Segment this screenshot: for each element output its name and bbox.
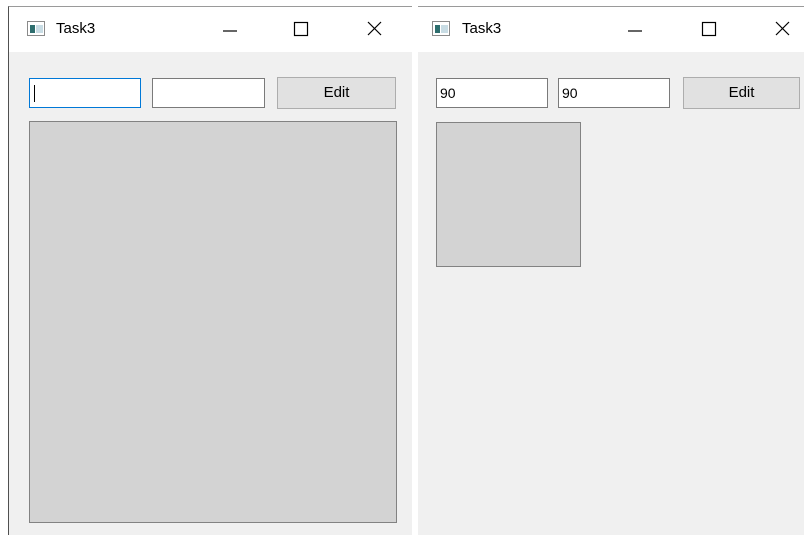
title-bar[interactable]: Task3: [418, 7, 804, 52]
minimize-button[interactable]: [620, 17, 650, 41]
edit-button[interactable]: Edit: [683, 77, 800, 109]
maximize-button[interactable]: [694, 17, 724, 41]
maximize-icon: [701, 21, 717, 37]
height-input[interactable]: 90: [558, 78, 670, 108]
text-caret: [34, 85, 35, 102]
close-button[interactable]: [360, 17, 390, 41]
close-icon: [367, 21, 382, 36]
window-title: Task3: [56, 20, 96, 37]
task3-window-right: Task3 90 90 Edit: [418, 6, 804, 535]
minimize-icon: [628, 30, 642, 32]
rectangle-shape: [29, 121, 397, 523]
app-window-icon: [27, 21, 45, 36]
edit-button[interactable]: Edit: [277, 77, 396, 109]
rectangle-shape: [436, 122, 581, 267]
minimize-icon: [223, 30, 237, 32]
height-input[interactable]: [152, 78, 265, 108]
close-icon: [775, 21, 790, 36]
app-window-icon: [432, 21, 450, 36]
width-input[interactable]: 90: [436, 78, 548, 108]
window-title: Task3: [462, 20, 502, 37]
maximize-button[interactable]: [286, 17, 316, 41]
minimize-button[interactable]: [215, 17, 245, 41]
width-input[interactable]: [29, 78, 141, 108]
task3-window-left: Task3 Edit: [8, 6, 412, 535]
maximize-icon: [293, 21, 309, 37]
title-bar[interactable]: Task3: [9, 7, 412, 52]
close-button[interactable]: [768, 17, 798, 41]
